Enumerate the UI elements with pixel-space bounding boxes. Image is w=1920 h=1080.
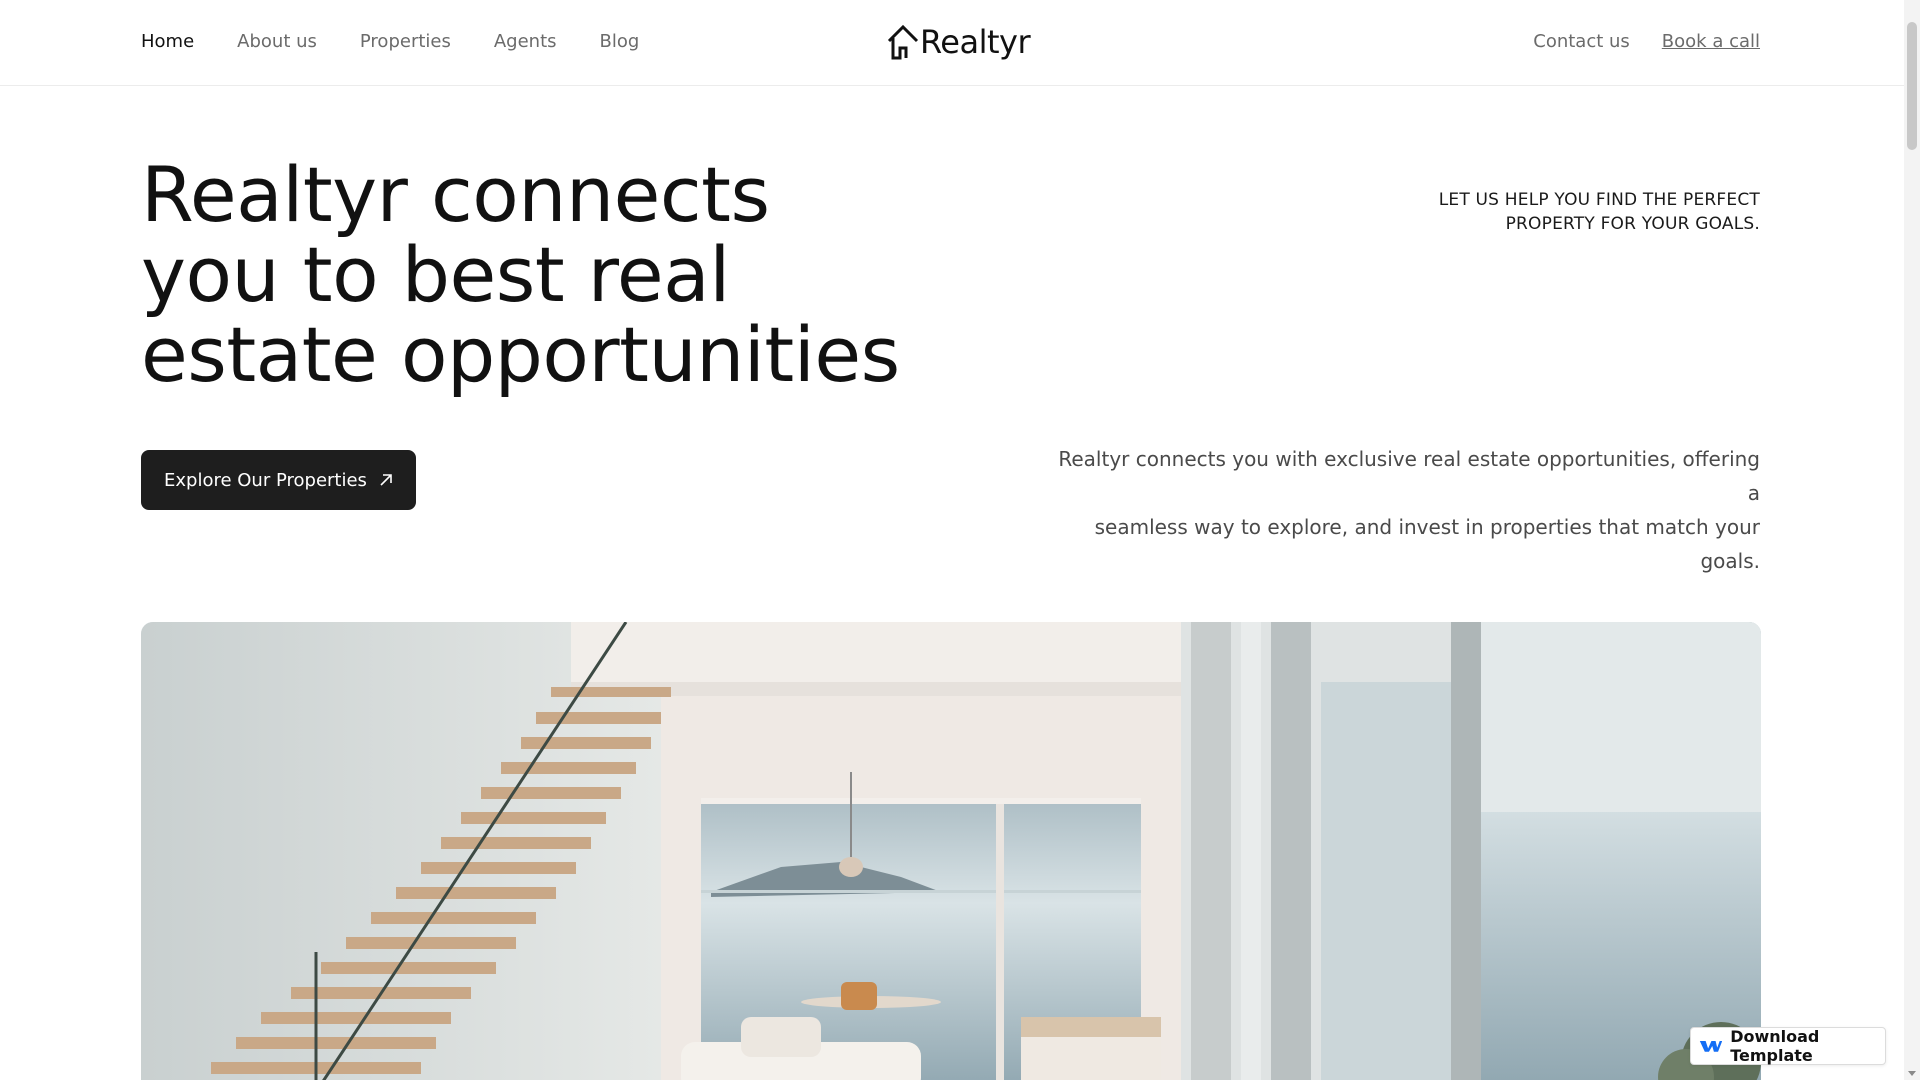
hero-title: Realtyr connects you to best real estate… xyxy=(141,155,901,395)
hero-title-line: you to best real xyxy=(141,230,730,319)
brand-name: Realtyr xyxy=(920,23,1031,61)
hero-title-line: Realtyr connects xyxy=(141,150,770,239)
hero-description: Realtyr connects you with exclusive real… xyxy=(1040,442,1760,578)
contact-us-link[interactable]: Contact us xyxy=(1533,30,1630,54)
scroll-down-arrow-icon[interactable] xyxy=(1908,1071,1916,1076)
download-template-label: Download Template xyxy=(1730,1027,1820,1065)
secondary-nav: Contact us Book a call xyxy=(1533,30,1760,54)
hero-kicker: LET US HELP YOU FIND THE PERFECT PROPERT… xyxy=(1360,188,1760,236)
explore-properties-label: Explore Our Properties xyxy=(164,469,367,491)
nav-about-us[interactable]: About us xyxy=(237,30,317,54)
nav-blog[interactable]: Blog xyxy=(600,30,640,54)
arrow-up-right-icon xyxy=(380,474,392,486)
hero-kicker-line: LET US HELP YOU FIND THE PERFECT xyxy=(1438,190,1760,210)
hero-description-line: Realtyr connects you with exclusive real… xyxy=(1058,447,1760,505)
nav-agents[interactable]: Agents xyxy=(494,30,557,54)
brand-logo[interactable]: Realtyr xyxy=(886,22,1031,62)
hero-title-line: estate opportunities xyxy=(141,310,900,399)
page-scrollbar[interactable] xyxy=(1904,0,1920,1080)
interior-sea-view-illustration xyxy=(141,622,1761,1080)
hero-description-line: seamless way to explore, and invest in p… xyxy=(1094,515,1760,573)
download-template-button[interactable]: Download Template xyxy=(1690,1027,1886,1065)
hero-image xyxy=(141,622,1761,1080)
primary-nav: Home About us Properties Agents Blog xyxy=(141,30,682,54)
house-icon xyxy=(887,24,919,60)
webflow-logo-icon xyxy=(1699,1041,1723,1052)
explore-properties-button[interactable]: Explore Our Properties xyxy=(141,450,416,510)
hero-kicker-line: PROPERTY FOR YOUR GOALS. xyxy=(1505,214,1760,234)
nav-properties[interactable]: Properties xyxy=(360,30,451,54)
scrollbar-thumb[interactable] xyxy=(1907,22,1917,150)
nav-home[interactable]: Home xyxy=(141,30,194,54)
site-header: Home About us Properties Agents Blog Rea… xyxy=(0,0,1904,86)
book-a-call-link[interactable]: Book a call xyxy=(1662,30,1760,54)
